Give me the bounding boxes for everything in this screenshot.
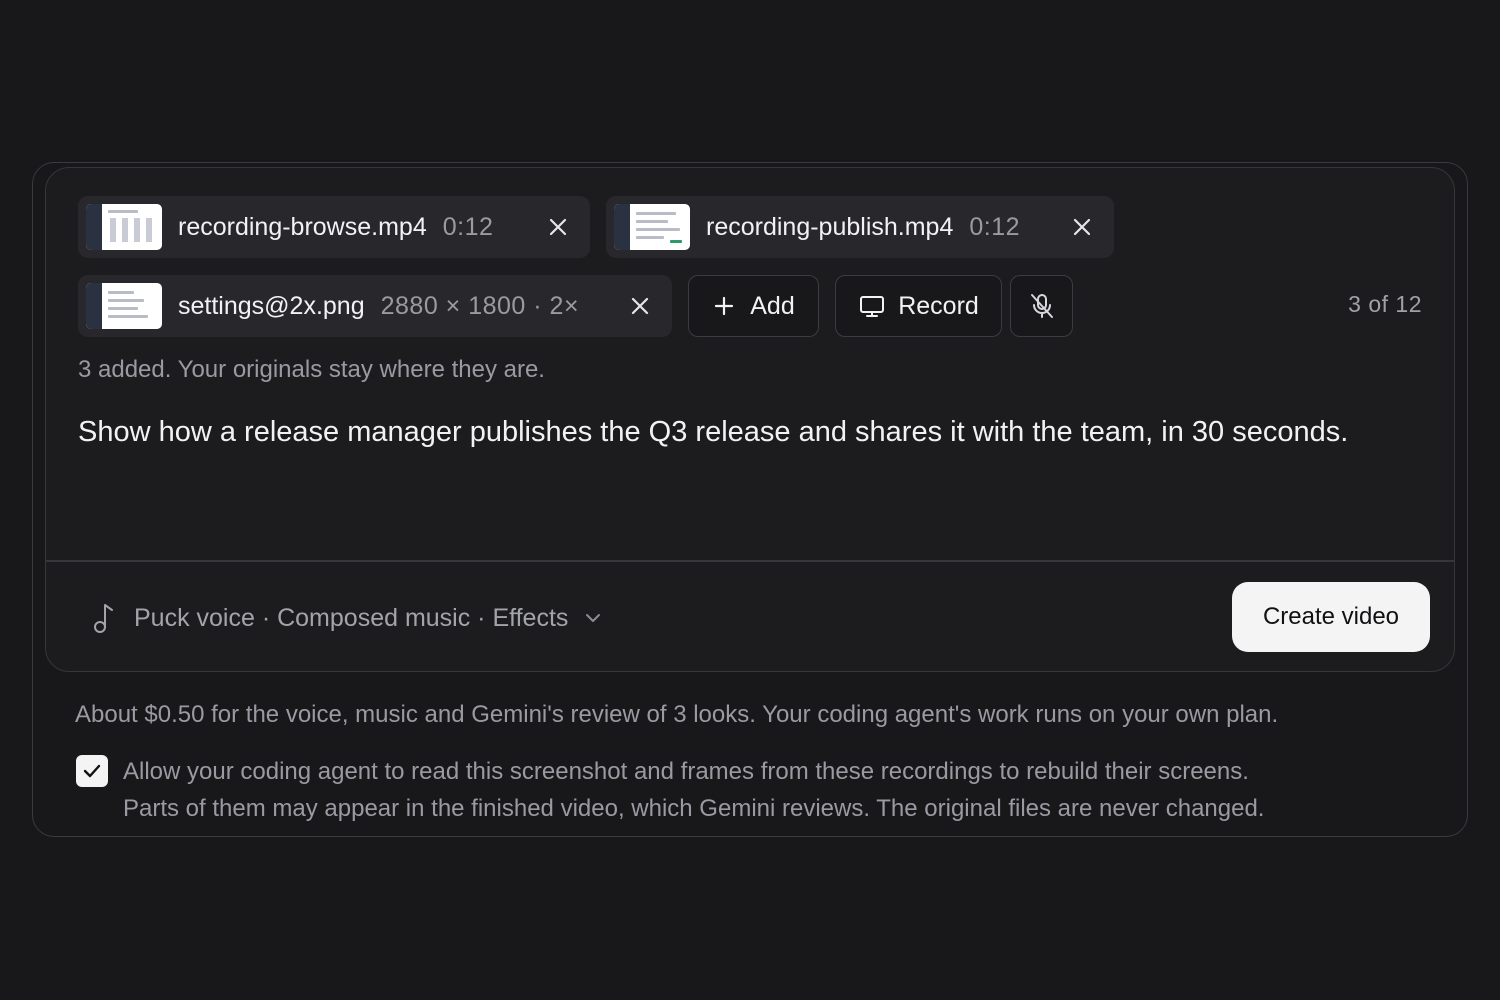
composer: recording-browse.mp4 0:12 recording-publ… [45,167,1455,672]
record-button-label: Record [898,291,979,320]
attachment-name: recording-browse.mp4 [178,212,427,241]
attachment-chip: recording-browse.mp4 0:12 [78,196,590,258]
attachment-dimensions: 2880 × 1800 · 2× [380,291,580,320]
add-button-label: Add [750,291,795,320]
add-button[interactable]: Add [688,275,819,337]
consent-text: Allow your coding agent to read this scr… [123,753,1264,827]
close-icon[interactable] [1070,215,1094,239]
chevron-down-icon [586,614,601,622]
record-button[interactable]: Record [835,275,1002,337]
divider [46,560,1454,562]
consent-line-2: Parts of them may appear in the finished… [123,795,1265,822]
attachment-thumbnail [86,204,162,250]
mic-off-icon [1030,294,1053,318]
close-icon[interactable] [546,215,570,239]
create-video-button[interactable]: Create video [1232,582,1430,652]
cost-note: About $0.50 for the voice, music and Gem… [75,701,1279,728]
music-note-icon [94,604,113,633]
attachment-chip: recording-publish.mp4 0:12 [606,196,1114,258]
consent-line-1: Allow your coding agent to read this scr… [123,758,1249,785]
audio-settings-dropdown[interactable]: Puck voice · Composed music · Effects [90,601,604,635]
checkmark-icon [83,764,101,778]
attachment-name: settings@2x.png [178,291,365,320]
attachment-counter: 3 of 12 [1348,291,1422,317]
plus-icon [715,296,734,316]
attachment-duration: 0:12 [442,212,494,241]
monitor-icon [860,296,885,317]
attachment-chip: settings@2x.png 2880 × 1800 · 2× [78,275,672,337]
prompt-input[interactable]: Show how a release manager publishes the… [78,416,1438,449]
attachment-thumbnail [614,204,690,250]
attachment-duration: 0:12 [969,212,1021,241]
close-icon[interactable] [628,294,652,318]
added-note: 3 added. Your originals stay where they … [78,356,545,383]
audio-settings-label: Puck voice · Composed music · Effects [134,603,569,632]
attachment-name: recording-publish.mp4 [706,212,954,241]
create-video-panel: recording-browse.mp4 0:12 recording-publ… [32,162,1468,837]
mic-toggle-button[interactable] [1010,275,1073,337]
consent-checkbox[interactable] [76,755,108,787]
attachment-thumbnail [86,283,162,329]
